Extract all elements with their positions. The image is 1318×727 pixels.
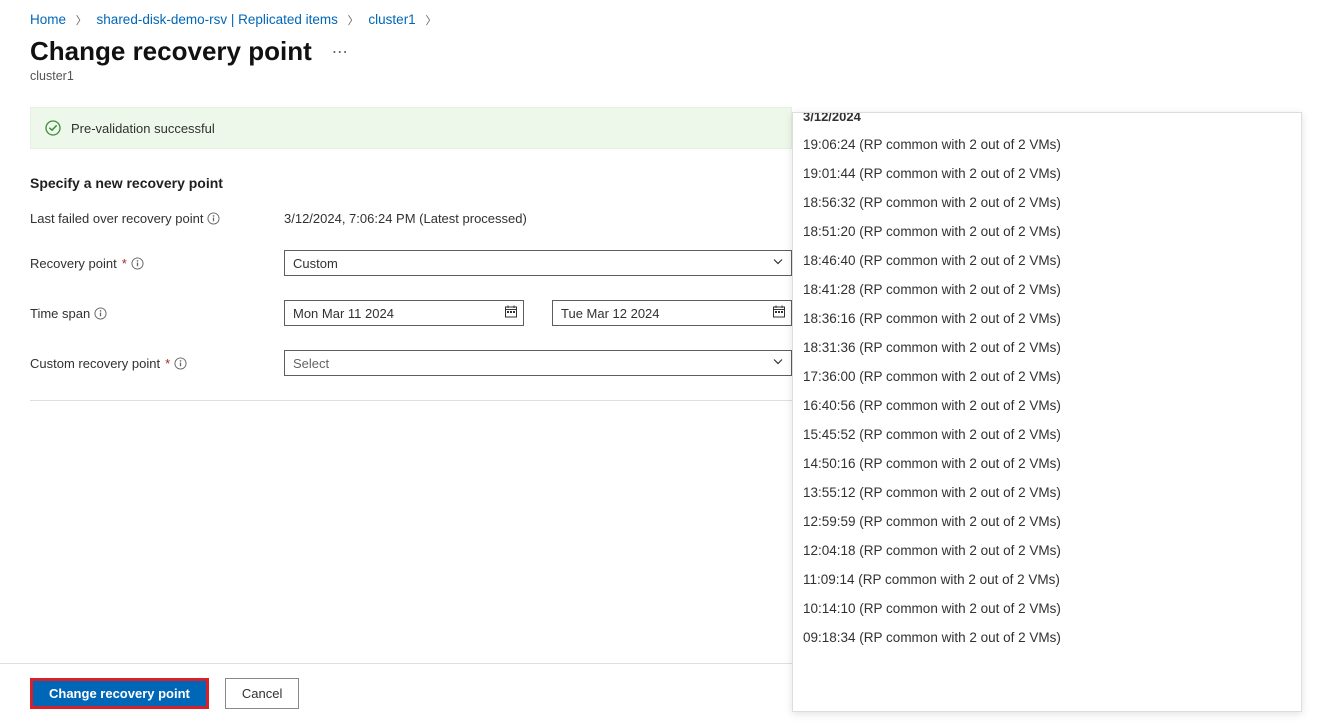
recovery-point-option[interactable]: 18:51:20 (RP common with 2 out of 2 VMs)	[793, 217, 1301, 246]
change-recovery-point-button[interactable]: Change recovery point	[30, 678, 209, 709]
custom-recovery-point-input[interactable]	[284, 350, 792, 376]
info-icon[interactable]	[174, 357, 187, 370]
custom-recovery-point-select[interactable]	[284, 350, 792, 376]
recovery-point-option[interactable]: 19:01:44 (RP common with 2 out of 2 VMs)	[793, 159, 1301, 188]
chevron-right-icon: 〉	[76, 15, 87, 27]
last-failed-label: Last failed over recovery point	[30, 211, 284, 226]
breadcrumb-rsv[interactable]: shared-disk-demo-rsv | Replicated items	[97, 12, 338, 27]
breadcrumb-cluster[interactable]: cluster1	[368, 12, 415, 27]
validation-alert-text: Pre-validation successful	[71, 121, 215, 136]
validation-alert: Pre-validation successful	[30, 107, 792, 149]
date-from-input[interactable]	[284, 300, 524, 326]
recovery-point-dropdown: 3/12/2024 19:06:24 (RP common with 2 out…	[792, 112, 1302, 712]
recovery-point-select[interactable]	[284, 250, 792, 276]
recovery-point-option[interactable]: 18:31:36 (RP common with 2 out of 2 VMs)	[793, 333, 1301, 362]
breadcrumb-home[interactable]: Home	[30, 12, 66, 27]
more-actions-button[interactable]: ⋯	[328, 38, 352, 66]
page-header: Change recovery point ⋯ cluster1	[0, 28, 1318, 83]
dropdown-date-header: 3/12/2024	[793, 113, 1301, 130]
recovery-point-option[interactable]: 11:09:14 (RP common with 2 out of 2 VMs)	[793, 565, 1301, 594]
cancel-button[interactable]: Cancel	[225, 678, 299, 709]
date-from-field[interactable]	[284, 300, 524, 326]
info-icon[interactable]	[207, 212, 220, 225]
date-to-field[interactable]	[552, 300, 792, 326]
page-title: Change recovery point	[30, 36, 312, 67]
chevron-right-icon: 〉	[348, 15, 359, 27]
breadcrumb: Home 〉 shared-disk-demo-rsv | Replicated…	[0, 0, 1318, 28]
recovery-point-option[interactable]: 14:50:16 (RP common with 2 out of 2 VMs)	[793, 449, 1301, 478]
divider	[30, 400, 792, 401]
recovery-point-option[interactable]: 17:36:00 (RP common with 2 out of 2 VMs)	[793, 362, 1301, 391]
recovery-point-option[interactable]: 16:40:56 (RP common with 2 out of 2 VMs)	[793, 391, 1301, 420]
recovery-point-option[interactable]: 19:06:24 (RP common with 2 out of 2 VMs)	[793, 130, 1301, 159]
recovery-point-option[interactable]: 18:56:32 (RP common with 2 out of 2 VMs)	[793, 188, 1301, 217]
page-subtitle: cluster1	[30, 69, 1288, 83]
recovery-point-option[interactable]: 15:45:52 (RP common with 2 out of 2 VMs)	[793, 420, 1301, 449]
recovery-point-option[interactable]: 09:18:34 (RP common with 2 out of 2 VMs)	[793, 623, 1301, 652]
info-icon[interactable]	[94, 307, 107, 320]
recovery-point-option[interactable]: 18:41:28 (RP common with 2 out of 2 VMs)	[793, 275, 1301, 304]
time-span-label: Time span	[30, 306, 284, 321]
info-icon[interactable]	[131, 257, 144, 270]
recovery-point-label: Recovery point*	[30, 256, 284, 271]
success-check-icon	[45, 120, 61, 136]
recovery-point-select-input[interactable]	[284, 250, 792, 276]
recovery-point-option[interactable]: 10:14:10 (RP common with 2 out of 2 VMs)	[793, 594, 1301, 623]
chevron-right-icon: 〉	[425, 15, 436, 27]
recovery-point-option[interactable]: 13:55:12 (RP common with 2 out of 2 VMs)	[793, 478, 1301, 507]
recovery-point-dropdown-list[interactable]: 3/12/2024 19:06:24 (RP common with 2 out…	[793, 113, 1301, 711]
recovery-point-option[interactable]: 18:36:16 (RP common with 2 out of 2 VMs)	[793, 304, 1301, 333]
last-failed-value: 3/12/2024, 7:06:24 PM (Latest processed)	[284, 211, 527, 226]
footer-bar: Change recovery point Cancel	[0, 663, 792, 727]
recovery-point-option[interactable]: 12:59:59 (RP common with 2 out of 2 VMs)	[793, 507, 1301, 536]
recovery-point-option[interactable]: 18:46:40 (RP common with 2 out of 2 VMs)	[793, 246, 1301, 275]
recovery-point-option[interactable]: 12:04:18 (RP common with 2 out of 2 VMs)	[793, 536, 1301, 565]
date-to-input[interactable]	[552, 300, 792, 326]
custom-recovery-point-label: Custom recovery point*	[30, 356, 284, 371]
